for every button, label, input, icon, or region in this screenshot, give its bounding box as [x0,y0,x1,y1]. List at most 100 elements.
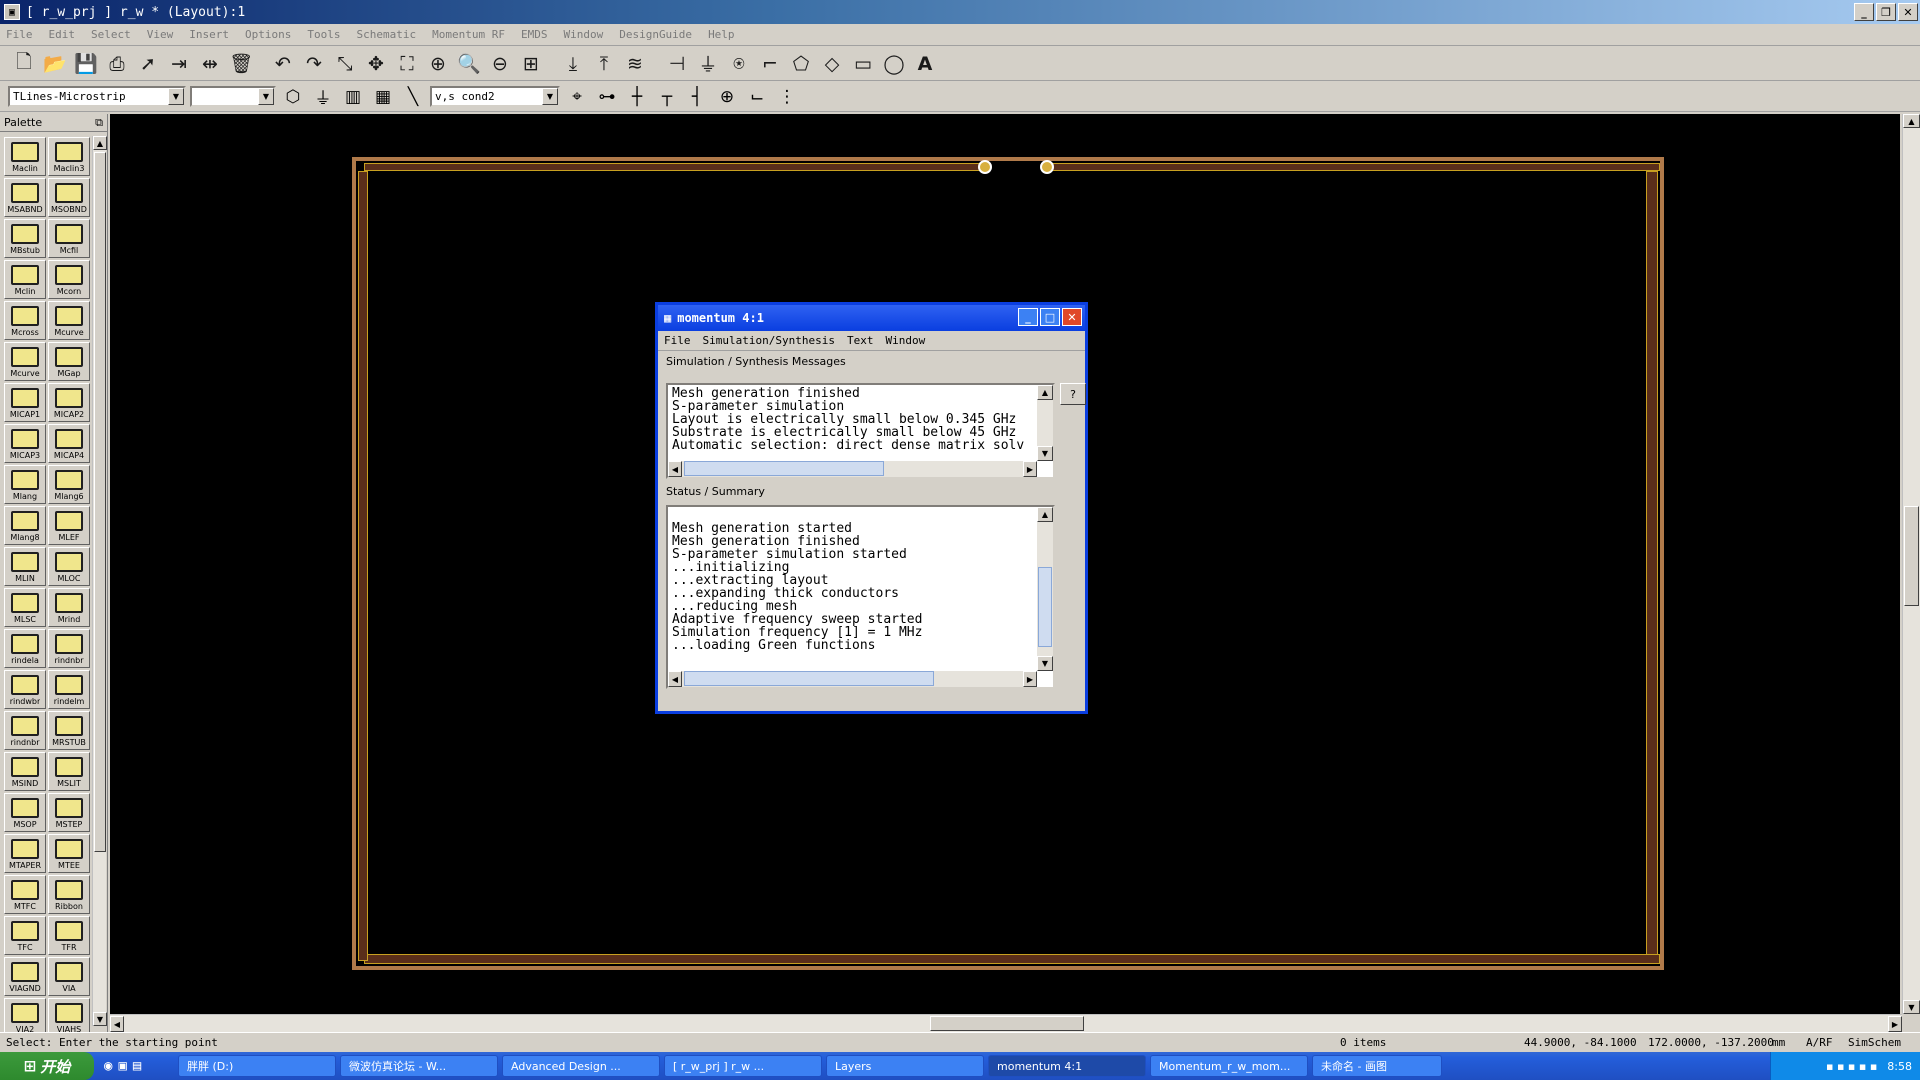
menu-window[interactable]: Window [563,28,603,41]
palette-item[interactable]: rindelm [48,670,90,709]
open-folder-icon[interactable]: 📂 [41,50,69,78]
palette-item[interactable]: VIAGND [4,957,46,996]
snap-vertex-icon[interactable]: ┤ [684,84,710,110]
palette-item[interactable]: rindwbr [4,670,46,709]
zoom-in-icon[interactable]: ⊕ [424,50,452,78]
distribute-icon[interactable]: ⇹ [196,50,224,78]
port-icon[interactable]: ⊣ [663,50,691,78]
task-momentum-mom[interactable]: Momentum_r_w_mom... [1150,1055,1308,1077]
library-combo[interactable]: TLines-Microstrip ▼ [8,86,186,107]
menu-momentum-rf[interactable]: Momentum RF [432,28,505,41]
chevron-down-icon[interactable]: ▼ [542,88,558,105]
task-layers[interactable]: Layers [826,1055,984,1077]
palette-item[interactable]: Mcurve [4,342,46,381]
menu-schematic[interactable]: Schematic [356,28,416,41]
maximize-button[interactable]: ❐ [1876,3,1896,21]
status-hscroll-thumb[interactable] [684,671,934,686]
circle-shape-icon[interactable]: ⬡ [280,84,306,110]
window-titlebar[interactable]: ▣ [ r_w_prj ] r_w * (Layout):1 _ ❐ ✕ [0,0,1920,24]
browser-icon[interactable]: ◉ [104,1058,112,1074]
snap-edge-icon[interactable]: ┬ [654,84,680,110]
menu-view[interactable]: View [147,28,174,41]
component-combo[interactable]: ▼ [190,86,276,107]
top-right-trace[interactable] [1044,163,1660,171]
palette-item[interactable]: MSOBND [48,178,90,217]
stretch-icon[interactable]: ⤡ [331,50,359,78]
trace-icon[interactable]: ⌐ [756,50,784,78]
zoom-fit-icon[interactable]: ⛶ [393,50,421,78]
palette-item[interactable]: TFR [48,916,90,955]
scroll-down-icon[interactable]: ▼ [1037,446,1053,461]
layers-icon[interactable]: ≋ [621,50,649,78]
chevron-down-icon[interactable]: ▼ [258,88,274,105]
pointer-icon[interactable]: ➚ [134,50,162,78]
scroll-left-icon[interactable]: ◀ [668,461,682,477]
menu-insert[interactable]: Insert [189,28,229,41]
palette-item[interactable]: MTFC [4,875,46,914]
palette-item[interactable]: MSLIT [48,752,90,791]
help-button[interactable]: ? [1060,383,1086,405]
palette-item[interactable]: Maclin3 [48,137,90,176]
rectangle-icon[interactable]: ▭ [849,50,877,78]
snap-midpoint-icon[interactable]: ⊶ [594,84,620,110]
top-left-trace[interactable] [364,163,984,171]
explorer-icon[interactable]: ▣ [118,1058,126,1074]
minimize-button[interactable]: _ [1854,3,1874,21]
messages-hscroll[interactable]: ◀ ▶ [668,461,1037,477]
scroll-down-icon[interactable]: ▼ [1037,656,1053,671]
palette-scrollbar[interactable]: ▲ ▼ [92,136,107,1026]
messages-hscroll-thumb[interactable] [684,461,884,476]
port-2-marker[interactable] [1040,160,1054,174]
undock-icon[interactable]: ⧉ [95,116,103,130]
scroll-up-icon[interactable]: ▲ [1037,385,1053,400]
palette-item[interactable]: VIA [48,957,90,996]
palette-item[interactable]: MICAP1 [4,383,46,422]
palette-item[interactable]: MRSTUB [48,711,90,750]
palette-item[interactable]: MICAP2 [48,383,90,422]
save-icon[interactable]: 💾 [72,50,100,78]
dialog-menu-text[interactable]: Text [847,334,874,347]
pop-out-icon[interactable]: ⤒ [590,50,618,78]
snap-grid-icon[interactable]: ⋮ [774,84,800,110]
new-icon[interactable]: 🗋 [10,50,38,78]
palette-item[interactable]: Mcurve [48,301,90,340]
palette-item[interactable]: Mlang [4,465,46,504]
task-paint[interactable]: 未命名 - 画图 [1312,1055,1442,1077]
start-button[interactable]: ⊞ 开始 [0,1052,94,1080]
palette-item[interactable]: MLIN [4,547,46,586]
right-trace[interactable] [1646,171,1658,961]
status-textbox[interactable]: Mesh generation started Mesh generation f… [666,505,1055,689]
zoom-out-icon[interactable]: ⊖ [486,50,514,78]
polyline-icon[interactable]: ◇ [818,50,846,78]
menu-designguide[interactable]: DesignGuide [619,28,692,41]
zoom-point-icon[interactable]: ⊞ [517,50,545,78]
text-icon[interactable]: A [911,50,939,78]
delete-icon[interactable]: 🗑 [227,50,255,78]
palette-item[interactable]: Mcorn [48,260,90,299]
close-button[interactable]: ✕ [1898,3,1918,21]
menu-options[interactable]: Options [245,28,291,41]
horizontal-scroll-thumb[interactable] [930,1016,1084,1031]
palette-item[interactable]: MTAPER [4,834,46,873]
scroll-right-icon[interactable]: ▶ [1023,461,1037,477]
dialog-menu-simulation[interactable]: Simulation/Synthesis [703,334,835,347]
palette-item[interactable]: Mcfil [48,219,90,258]
menu-help[interactable]: Help [708,28,735,41]
scroll-up-icon[interactable]: ▲ [1903,114,1920,128]
palette-item[interactable]: Mlang6 [48,465,90,504]
palette-item[interactable]: rindnbr [48,629,90,668]
status-hscroll[interactable]: ◀ ▶ [668,671,1037,687]
redo-icon[interactable]: ↷ [300,50,328,78]
ground-icon[interactable]: ⏚ [694,50,722,78]
task-layout[interactable]: [ r_w_prj ] r_w ... [664,1055,822,1077]
move-icon[interactable]: ✥ [362,50,390,78]
dialog-minimize-button[interactable]: _ [1018,308,1038,326]
palette-item[interactable]: MTEE [48,834,90,873]
snap-arc-icon[interactable]: ⌙ [744,84,770,110]
messages-vscroll[interactable]: ▲ ▼ [1037,385,1053,461]
scroll-left-icon[interactable]: ◀ [110,1016,124,1032]
vertical-scroll-thumb[interactable] [1904,506,1919,606]
menu-file[interactable]: File [6,28,33,41]
scroll-down-icon[interactable]: ▼ [93,1012,107,1026]
palette-item[interactable]: rindela [4,629,46,668]
